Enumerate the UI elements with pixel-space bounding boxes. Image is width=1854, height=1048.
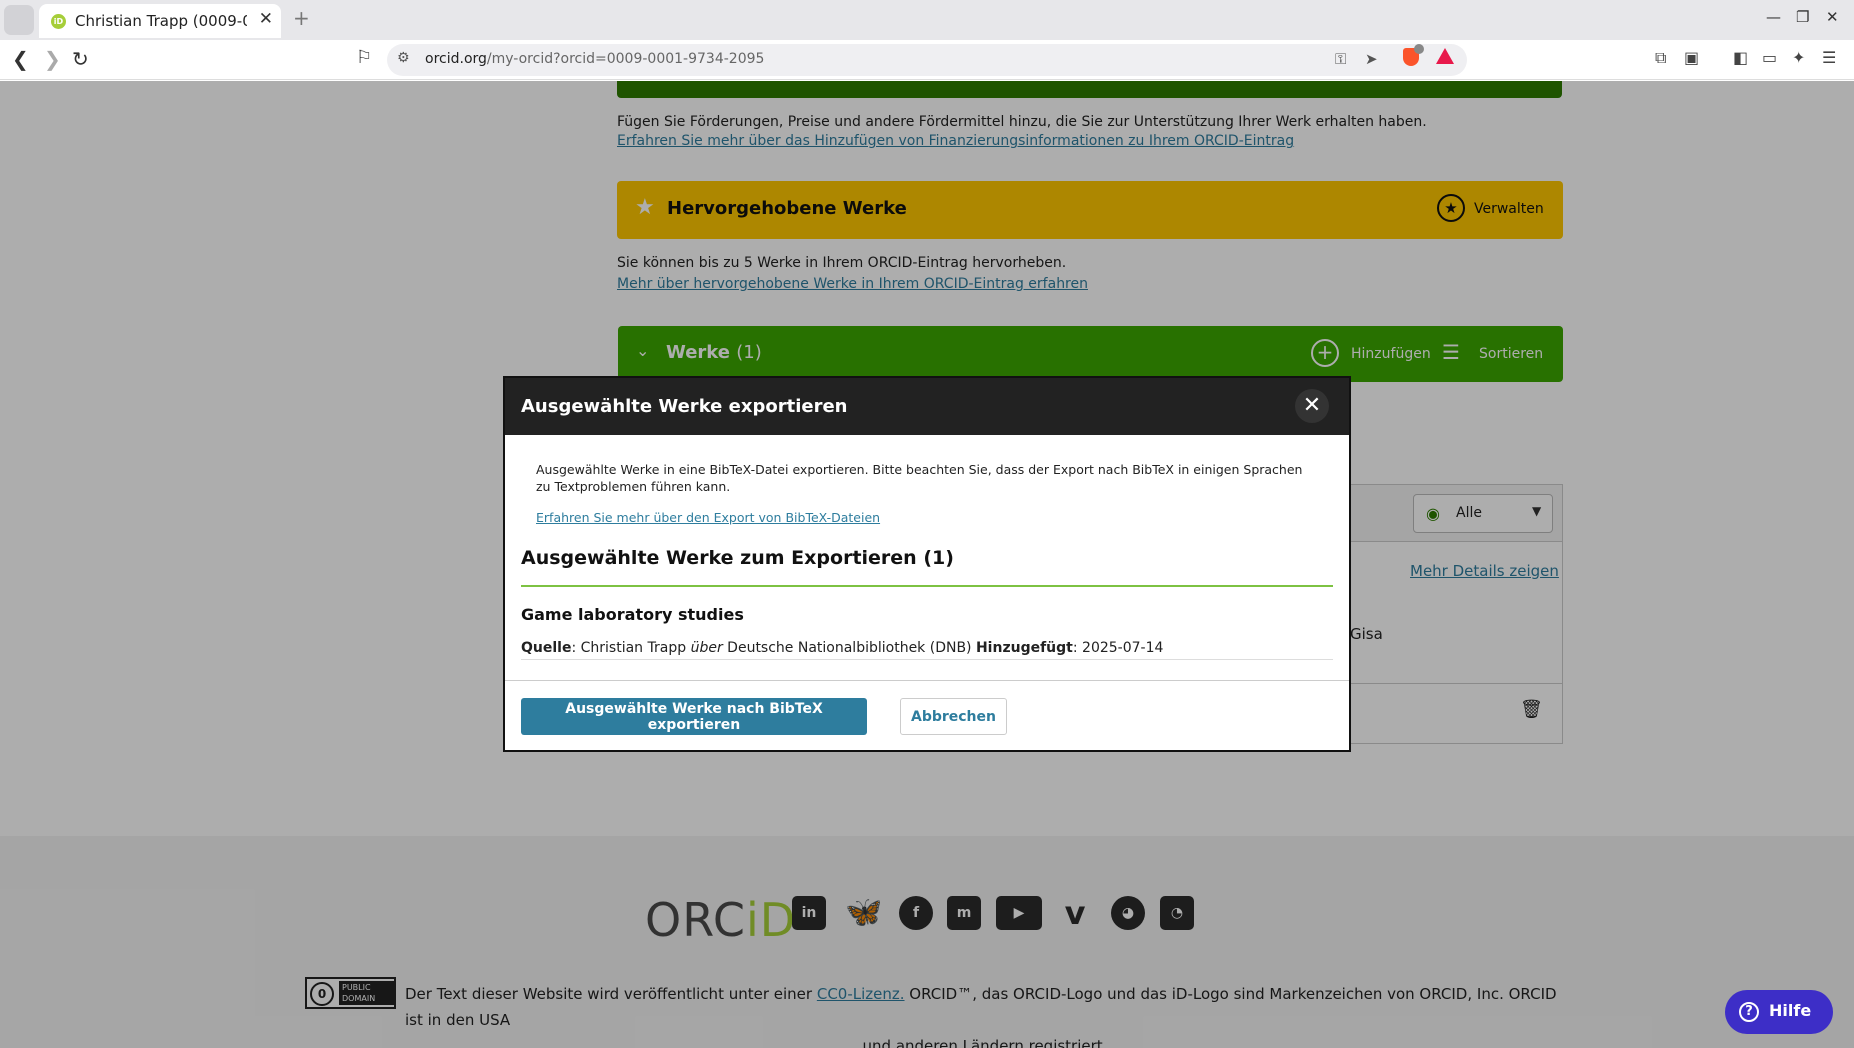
browser-tab-bar: iD Christian Trapp (0009-000 ✕ + — ❐ ✕ xyxy=(0,0,1854,40)
tab-title: Christian Trapp (0009-000 xyxy=(75,12,247,30)
extensions-icon[interactable]: ⧉ xyxy=(1655,48,1666,68)
work-title: Game laboratory studies xyxy=(521,605,744,624)
orcid-favicon-icon: iD xyxy=(51,14,66,29)
browser-nav-bar: ❮ ❯ ↻ ⚐ ⚙ orcid.org/my-orcid?orcid=0009-… xyxy=(0,40,1854,80)
menu-icon[interactable]: ☰ xyxy=(1822,48,1836,67)
back-icon[interactable]: ❮ xyxy=(12,47,29,71)
tab-close-icon[interactable]: ✕ xyxy=(259,9,273,29)
shields-badge xyxy=(1414,44,1424,54)
sidebar-icon[interactable]: ◧ xyxy=(1733,48,1748,67)
divider xyxy=(521,659,1333,660)
heading-divider xyxy=(521,585,1333,587)
brave-rewards-icon[interactable] xyxy=(1436,48,1454,64)
reload-icon[interactable]: ↻ xyxy=(72,47,89,71)
share-icon[interactable]: ➤ xyxy=(1365,50,1378,68)
help-label: Hilfe xyxy=(1769,1001,1812,1020)
wallet-icon[interactable]: ▭ xyxy=(1762,48,1777,67)
forward-icon[interactable]: ❯ xyxy=(44,47,61,71)
selected-works-heading: Ausgewählte Werke zum Exportieren (1) xyxy=(521,547,954,569)
minimize-icon[interactable]: — xyxy=(1766,8,1781,26)
key-icon[interactable]: ⚿ xyxy=(1335,50,1346,68)
export-bibtex-button[interactable]: Ausgewählte Werke nach BibTeX exportiere… xyxy=(521,698,867,735)
site-settings-icon[interactable]: ⚙ xyxy=(397,50,410,66)
browser-tab[interactable]: iD Christian Trapp (0009-000 ✕ xyxy=(39,4,281,38)
reader-mode-icon[interactable]: ▣ xyxy=(1684,48,1699,67)
bookmark-icon[interactable]: ⚐ xyxy=(356,47,372,68)
dialog-header: Ausgewählte Werke exportieren ✕ xyxy=(505,378,1349,435)
address-bar[interactable]: ⚙ orcid.org/my-orcid?orcid=0009-0001-973… xyxy=(387,44,1467,76)
dialog-description: Ausgewählte Werke in eine BibTeX-Datei e… xyxy=(536,462,1303,494)
help-button[interactable]: ? Hilfe xyxy=(1725,990,1833,1034)
close-icon[interactable]: ✕ xyxy=(1295,389,1329,423)
help-icon: ? xyxy=(1739,1002,1759,1022)
dialog-title: Ausgewählte Werke exportieren xyxy=(521,396,848,417)
bibtex-learn-more-link[interactable]: Erfahren Sie mehr über den Export von Bi… xyxy=(536,510,880,525)
maximize-icon[interactable]: ❐ xyxy=(1796,8,1809,26)
tab-overview-button[interactable] xyxy=(4,5,34,35)
window-close-icon[interactable]: ✕ xyxy=(1826,8,1839,26)
dialog-footer-divider xyxy=(505,680,1349,681)
leo-ai-icon[interactable]: ✦ xyxy=(1792,48,1805,67)
export-works-dialog: Ausgewählte Werke exportieren ✕ Ausgewäh… xyxy=(503,376,1351,752)
work-metadata: Quelle: Christian Trapp über Deutsche Na… xyxy=(521,640,1164,656)
cancel-button[interactable]: Abbrechen xyxy=(900,698,1007,735)
url-text[interactable]: orcid.org/my-orcid?orcid=0009-0001-9734-… xyxy=(425,51,764,67)
new-tab-button[interactable]: + xyxy=(293,6,310,30)
